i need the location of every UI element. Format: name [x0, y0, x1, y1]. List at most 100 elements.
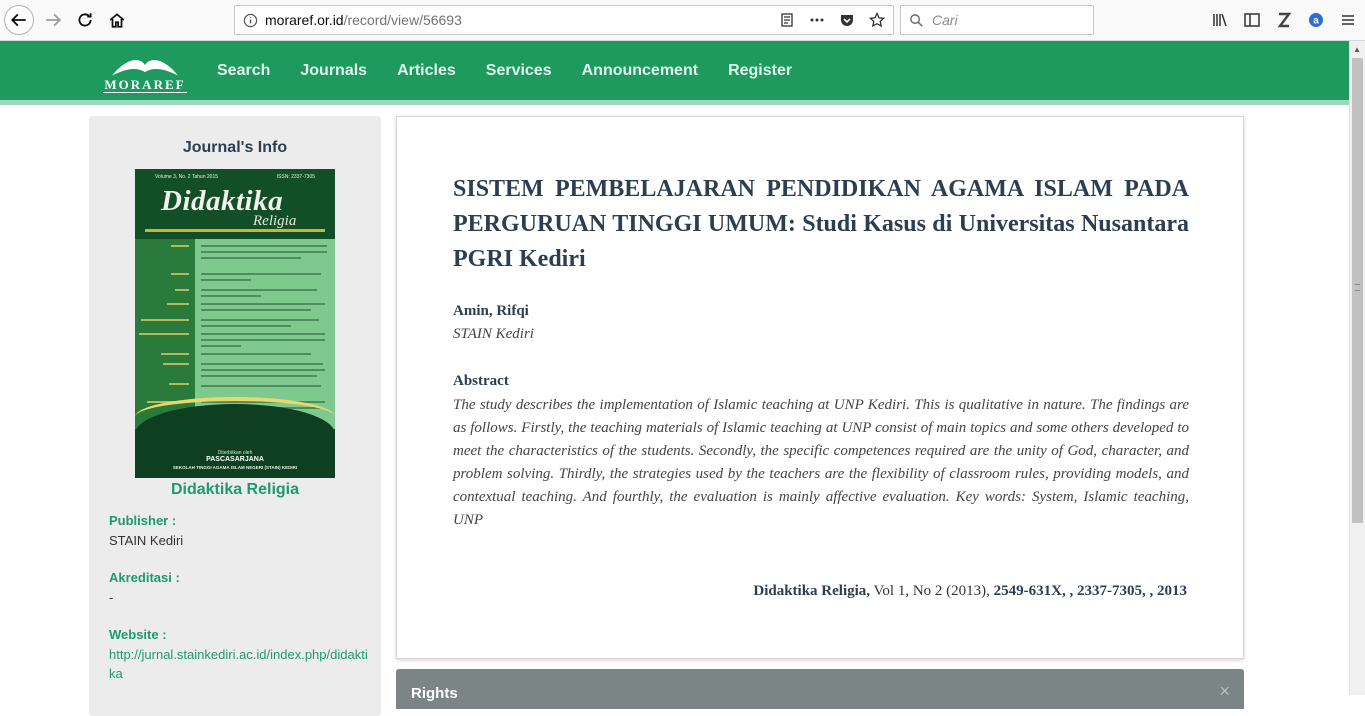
url-text: moraref.or.id/record/view/56693 — [265, 12, 462, 28]
main-nav: Search Journals Articles Services Announ… — [202, 41, 807, 100]
cover-contents-line — [201, 295, 261, 297]
nav-articles[interactable]: Articles — [382, 62, 471, 80]
browser-toolbar: moraref.or.id/record/view/56693 Cari a — [0, 0, 1365, 41]
cover-meta: Volume 3, No. 2 Tahun 2015 ISSN: 2337-73… — [155, 174, 315, 180]
nav-register[interactable]: Register — [713, 62, 807, 80]
search-placeholder: Cari — [932, 12, 958, 28]
url-path: /record/view/56693 — [343, 12, 462, 28]
cover-author-line — [175, 289, 189, 291]
cover-subtitle: Religia — [253, 213, 297, 229]
abstract-text: The study describes the implementation o… — [453, 397, 1189, 528]
svg-text:a: a — [1313, 16, 1319, 27]
cover-contents-line — [201, 333, 325, 335]
citation-ids: 2549-631X, , 2337-7305, , 2013 — [993, 583, 1187, 599]
close-icon[interactable]: × — [1219, 681, 1230, 702]
zotero-icon[interactable] — [1275, 11, 1293, 29]
url-actions — [779, 6, 885, 34]
cover-author-line — [167, 303, 189, 305]
publisher-value: STAIN Kediri — [109, 533, 184, 548]
search-icon — [910, 13, 923, 27]
journal-info-sidebar: Journal's Info Volume 3, No. 2 Tahun 201… — [89, 116, 381, 716]
cover-publisher-institution: SEKOLAH TINGGI AGAMA ISLAM NEGERI (STAIN… — [172, 465, 298, 470]
cover-publisher-program: PASCASARJANA — [206, 456, 264, 463]
reader-view-icon[interactable] — [779, 12, 795, 28]
cover-contents-line — [201, 251, 327, 253]
cover-contents-line — [201, 273, 321, 275]
cover-contents-line — [201, 319, 319, 321]
cover-contents-line — [201, 369, 325, 371]
library-icon[interactable] — [1211, 11, 1229, 29]
cover-contents-line — [201, 325, 291, 327]
publisher-label: Publisher : — [109, 513, 177, 528]
article-affiliation: STAIN Kediri — [453, 326, 534, 342]
cover-contents-line — [201, 309, 311, 311]
forward-button[interactable] — [38, 5, 68, 35]
journal-name-link[interactable]: Didaktika Religia — [89, 481, 381, 499]
cover-contents-line — [201, 257, 301, 259]
scrollbar-grip-icon — [1355, 284, 1360, 291]
abstract-heading: Abstract — [453, 373, 509, 389]
moraref-logo[interactable]: MORAREF — [103, 53, 187, 93]
cover-volume: Volume 3, No. 2 Tahun 2015 — [155, 174, 219, 180]
more-actions-icon[interactable] — [809, 12, 825, 28]
cover-contents-line — [201, 279, 251, 281]
cover-issn: ISSN: 2337-7305 — [276, 174, 315, 180]
citation-volume: Vol 1, No 2 (2013), — [870, 583, 994, 599]
reload-button[interactable] — [70, 5, 100, 35]
home-icon — [109, 13, 125, 28]
logo-text: MORAREF — [103, 77, 187, 93]
url-bar[interactable]: moraref.or.id/record/view/56693 — [234, 5, 894, 35]
browser-toolbar-right: a — [1211, 5, 1357, 35]
cover-author-line — [161, 353, 189, 355]
pocket-icon[interactable] — [839, 12, 855, 28]
scrollbar-thumb[interactable] — [1352, 58, 1363, 523]
cover-author-line — [141, 319, 189, 321]
page-scrollbar[interactable]: ▲ — [1349, 41, 1365, 695]
citation-journal: Didaktika Religia, — [753, 583, 871, 599]
back-button[interactable] — [4, 5, 34, 35]
arrow-right-icon — [46, 13, 62, 27]
menu-icon[interactable] — [1339, 11, 1357, 29]
cover-contents-line — [201, 245, 327, 247]
cover-author-line — [169, 383, 189, 385]
cover-author-line — [163, 363, 189, 365]
nav-announcement[interactable]: Announcement — [567, 62, 713, 80]
article-title: SISTEM PEMBELAJARAN PENDIDIKAN AGAMA ISL… — [453, 176, 1189, 272]
article-author: Amin, Rifqi — [453, 303, 529, 319]
sidebar-title: Journal's Info — [182, 139, 288, 156]
website-link[interactable]: http://jurnal.stainkediri.ac.id/index.ph… — [109, 645, 369, 683]
scroll-up-icon[interactable]: ▲ — [1353, 45, 1361, 54]
sidebar-toggle-icon[interactable] — [1243, 11, 1261, 29]
akreditasi-label: Akreditasi : — [109, 570, 180, 585]
cover-author-line — [171, 273, 189, 275]
journal-cover-image[interactable]: Volume 3, No. 2 Tahun 2015 ISSN: 2337-73… — [135, 169, 335, 478]
book-logo-icon — [112, 60, 178, 76]
browser-search-input[interactable]: Cari — [900, 5, 1094, 35]
cover-author-line — [171, 245, 189, 247]
home-button[interactable] — [102, 5, 132, 35]
cover-contents-line — [201, 353, 311, 355]
cover-contents-line — [201, 345, 241, 347]
url-host: moraref.or.id — [265, 12, 344, 28]
cover-contents-line — [201, 385, 321, 387]
cover-contents-line — [201, 303, 325, 305]
extension-icon[interactable]: a — [1307, 11, 1325, 29]
rights-panel-header[interactable]: Rights × — [396, 669, 1244, 709]
cover-contents-line — [201, 339, 325, 341]
nav-search[interactable]: Search — [202, 62, 285, 80]
arrow-left-icon — [10, 13, 26, 27]
citation: Didaktika Religia, Vol 1, No 2 (2013), 2… — [753, 583, 1187, 600]
site-header: MORAREF Search Journals Articles Service… — [0, 41, 1349, 105]
cover-contents-line — [201, 289, 317, 291]
article-card: SISTEM PEMBELAJARAN PENDIDIKAN AGAMA ISL… — [396, 116, 1244, 659]
cover-divider — [145, 229, 325, 232]
akreditasi-value: - — [109, 590, 114, 605]
bookmark-star-icon[interactable] — [869, 12, 885, 28]
cover-contents-line — [201, 363, 323, 365]
cover-contents-line — [201, 375, 317, 377]
nav-services[interactable]: Services — [471, 62, 567, 80]
website-label: Website : — [109, 627, 167, 642]
rights-title: Rights — [411, 685, 458, 702]
info-icon[interactable] — [235, 13, 265, 28]
nav-journals[interactable]: Journals — [285, 62, 382, 80]
